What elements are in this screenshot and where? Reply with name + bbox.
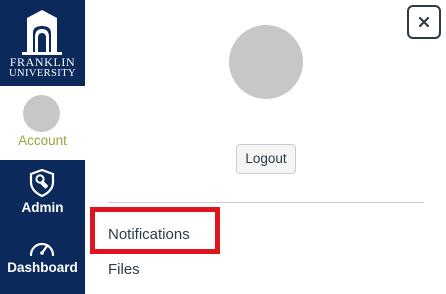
files-link[interactable]: Files [108, 261, 140, 278]
nav-item-dashboard[interactable]: Dashboard [0, 230, 85, 294]
speedometer-icon [29, 242, 55, 257]
logo-wordmark-line1: FRANKLIN [9, 55, 76, 69]
nav-item-admin-label: Admin [21, 200, 64, 215]
global-navigation: FRANKLIN UNIVERSITY Account Admin Dashbo… [0, 0, 85, 294]
close-icon [419, 17, 429, 27]
logout-button[interactable]: Logout [236, 144, 296, 174]
nav-item-admin[interactable]: Admin [0, 160, 85, 230]
profile-avatar[interactable] [229, 25, 303, 99]
nav-item-account-label: Account [18, 133, 67, 148]
account-avatar [23, 95, 60, 132]
nav-item-account[interactable]: Account [0, 86, 85, 160]
franklin-university-logo[interactable]: FRANKLIN UNIVERSITY [0, 0, 85, 86]
tray-divider [108, 202, 424, 203]
account-tray: Logout Notifications Files [85, 0, 446, 294]
close-tray-button[interactable] [407, 5, 441, 39]
logo-wordmark-line2: UNIVERSITY [9, 68, 76, 79]
wrench-shield-icon [29, 168, 55, 198]
franklin-arch-icon [22, 10, 62, 55]
nav-item-dashboard-label: Dashboard [7, 260, 78, 275]
highlight-box [90, 207, 220, 254]
